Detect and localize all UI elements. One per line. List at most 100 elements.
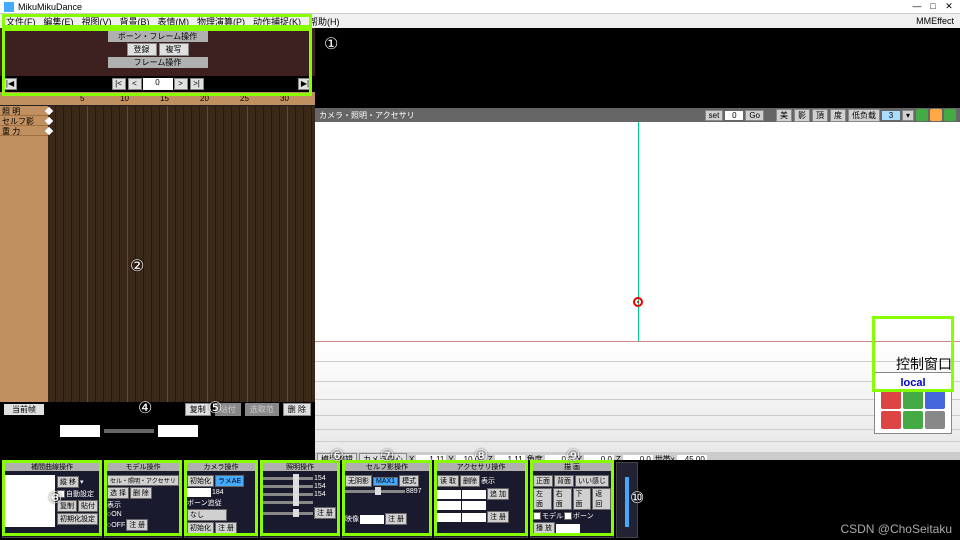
view-front[interactable]: 正面 bbox=[533, 475, 553, 487]
interp-axis-select[interactable]: 縱 移 bbox=[57, 476, 79, 488]
vp-beauty[interactable]: 美 bbox=[776, 109, 792, 122]
view-right[interactable]: 右面 bbox=[553, 488, 572, 510]
acc-y[interactable] bbox=[437, 501, 461, 510]
vp-dropdown-icon[interactable]: ▾ bbox=[902, 110, 914, 121]
cam-reg[interactable]: 注 册 bbox=[215, 522, 237, 534]
copy-frames-button[interactable]: 复制 bbox=[185, 403, 211, 416]
light-g-slider[interactable] bbox=[263, 485, 313, 488]
play-from[interactable] bbox=[556, 524, 580, 533]
bone-check[interactable] bbox=[564, 512, 572, 520]
delete-frames-button[interactable]: 删 除 bbox=[283, 403, 311, 416]
select-range-button[interactable]: 选取范 bbox=[245, 403, 279, 416]
frame-prev2-button[interactable]: |< bbox=[112, 78, 126, 90]
vp-vertex[interactable]: 頂 bbox=[812, 109, 828, 122]
move-z-icon[interactable] bbox=[925, 411, 945, 429]
acc-del[interactable]: 删除 bbox=[460, 475, 480, 487]
frame-first-button[interactable]: |◀ bbox=[3, 78, 17, 90]
shadow-mode[interactable]: 模式 bbox=[399, 475, 419, 487]
menu-help[interactable]: 帮助(H) bbox=[305, 15, 344, 28]
cam-val[interactable] bbox=[187, 488, 211, 497]
shadow-slider[interactable] bbox=[345, 490, 405, 493]
menu-mocap[interactable]: 动作捕捉(K) bbox=[249, 15, 305, 28]
p2-select[interactable]: 选 择 bbox=[107, 487, 129, 499]
light-r-slider[interactable] bbox=[263, 477, 313, 480]
frame-input[interactable]: 0 bbox=[143, 78, 173, 90]
menu-edit[interactable]: 編集(E) bbox=[40, 15, 78, 28]
menu-view[interactable]: 視图(V) bbox=[78, 15, 116, 28]
acc-load[interactable]: 读 取 bbox=[437, 475, 459, 487]
menu-file[interactable]: 文件(F) bbox=[2, 15, 40, 28]
acc-z[interactable] bbox=[437, 513, 461, 522]
frame-next2-button[interactable]: >| bbox=[190, 78, 204, 90]
acc-x[interactable] bbox=[437, 490, 461, 499]
vp-drop[interactable]: 3 bbox=[882, 111, 900, 120]
light-y-slider[interactable] bbox=[263, 512, 313, 515]
light-b-slider[interactable] bbox=[263, 493, 313, 496]
frame-next-button[interactable]: > bbox=[174, 78, 188, 90]
view-left[interactable]: 左面 bbox=[533, 488, 552, 510]
view-nice[interactable]: いい感じ bbox=[575, 475, 609, 487]
set-button[interactable]: set bbox=[705, 110, 724, 121]
vp-frame[interactable]: 0 bbox=[725, 111, 743, 120]
track-light[interactable]: 照 明 bbox=[0, 106, 48, 116]
move-y-icon[interactable] bbox=[903, 411, 923, 429]
frame-prev-button[interactable]: < bbox=[128, 78, 142, 90]
shadow-reg[interactable]: 注 册 bbox=[385, 513, 407, 525]
p1-paste[interactable]: 貼付 bbox=[78, 500, 98, 512]
vp-shadow[interactable]: 影 bbox=[794, 109, 810, 122]
mdl-check[interactable] bbox=[533, 512, 541, 520]
timeline-grid[interactable] bbox=[48, 106, 315, 402]
acc-rx[interactable] bbox=[462, 490, 486, 499]
ctrl-mode-label[interactable]: local bbox=[879, 377, 947, 389]
vp-ico2[interactable] bbox=[930, 109, 942, 121]
minimize-button[interactable]: — bbox=[910, 1, 924, 13]
p1-reset[interactable]: 初期化設定 bbox=[57, 513, 98, 525]
acc-ry[interactable] bbox=[462, 501, 486, 510]
menu-bg[interactable]: 背景(B) bbox=[116, 15, 154, 28]
maximize-button[interactable]: □ bbox=[926, 1, 940, 13]
menu-face[interactable]: 表情(M) bbox=[154, 15, 194, 28]
view-back[interactable]: 背面 bbox=[554, 475, 574, 487]
cam-init[interactable]: 初始化 bbox=[187, 475, 214, 487]
rotate-z-icon[interactable] bbox=[925, 391, 945, 409]
p2-reg[interactable]: 注 册 bbox=[126, 519, 148, 531]
volume-slider[interactable] bbox=[625, 477, 629, 527]
move-x-icon[interactable] bbox=[881, 411, 901, 429]
play-button[interactable]: 播 放 bbox=[533, 522, 555, 534]
light-x-slider[interactable] bbox=[263, 501, 313, 504]
acc-rz[interactable] bbox=[462, 513, 486, 522]
vp-ico3[interactable] bbox=[944, 109, 956, 121]
vp-ico1[interactable] bbox=[916, 109, 928, 121]
shadow-max[interactable]: MAX1 bbox=[373, 477, 398, 486]
interp-slider[interactable] bbox=[104, 429, 154, 433]
track-shadow[interactable]: セルフ影 bbox=[0, 116, 48, 126]
view-return[interactable]: 返回 bbox=[592, 488, 611, 510]
viewport-3d[interactable]: 控制窗口 local bbox=[315, 122, 960, 452]
p2-del[interactable]: 删 除 bbox=[130, 487, 152, 499]
interp-input[interactable] bbox=[60, 425, 100, 437]
rotate-y-icon[interactable] bbox=[903, 391, 923, 409]
vp-deg[interactable]: 度 bbox=[830, 109, 846, 122]
go-button[interactable]: Go bbox=[745, 110, 764, 121]
mme-label[interactable]: MMEffect bbox=[912, 16, 958, 26]
view-bottom[interactable]: 下面 bbox=[573, 488, 592, 510]
shadow-val[interactable] bbox=[360, 515, 384, 524]
menu-physics[interactable]: 物理演算(P) bbox=[193, 15, 249, 28]
interp-input2[interactable] bbox=[158, 425, 198, 437]
close-button[interactable]: ✕ bbox=[942, 1, 956, 13]
rotate-x-icon[interactable] bbox=[881, 391, 901, 409]
control-window[interactable]: local bbox=[874, 372, 952, 434]
register-button[interactable]: 登録 bbox=[127, 43, 157, 56]
vp-lowload[interactable]: 低负载 bbox=[848, 109, 880, 122]
track-gravity[interactable]: 重 力 bbox=[0, 126, 48, 136]
cam-ae[interactable]: ラメAE bbox=[215, 475, 244, 487]
model-select[interactable]: セル・照明・アクセサリ bbox=[107, 475, 179, 486]
cam-none[interactable]: なし bbox=[187, 509, 227, 521]
acc-add[interactable]: 追 加 bbox=[487, 488, 509, 500]
copy-button[interactable]: 複写 bbox=[159, 43, 189, 56]
camera-target-icon[interactable] bbox=[633, 297, 643, 307]
timeline[interactable]: 5 10 15 20 25 30 35 照 明 セルフ影 重 力 bbox=[0, 92, 315, 402]
light-reg[interactable]: 注 册 bbox=[314, 507, 336, 519]
frame-last-button[interactable]: ▶| bbox=[298, 78, 312, 90]
acc-reg[interactable]: 注 册 bbox=[487, 511, 509, 523]
